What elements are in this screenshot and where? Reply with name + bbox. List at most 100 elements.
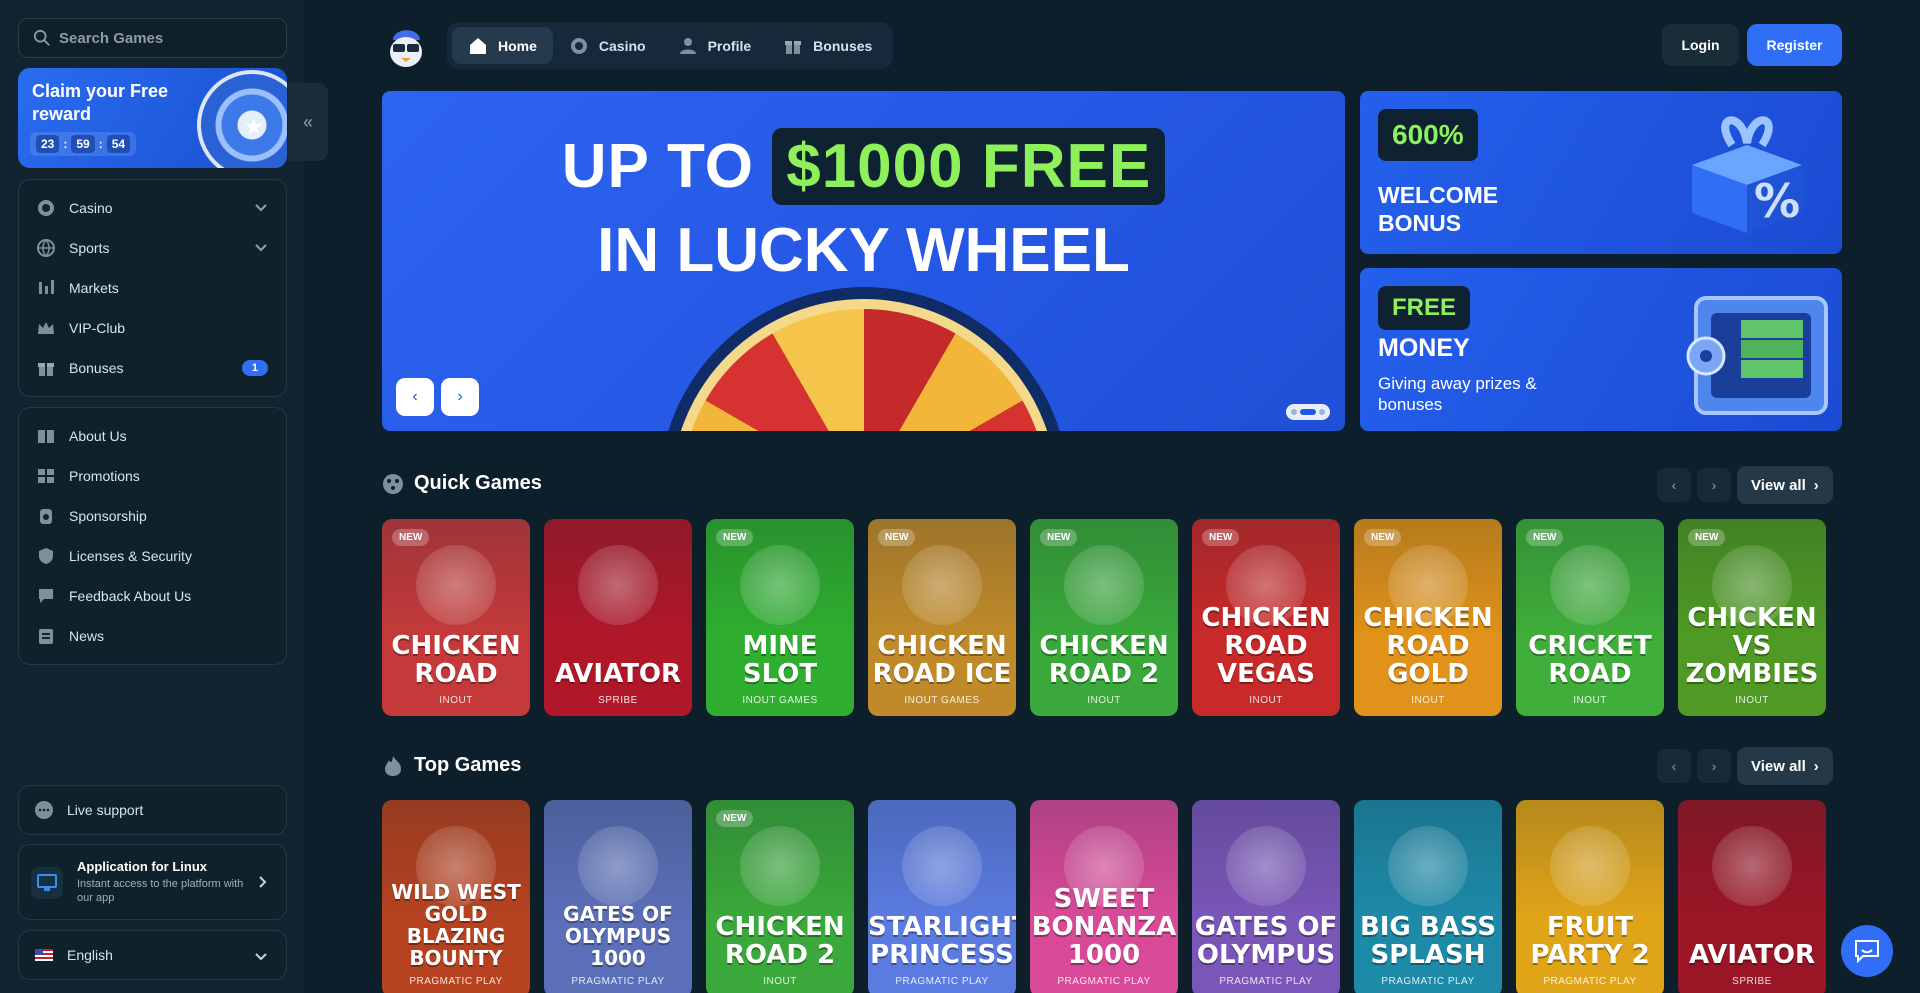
game-title: GATES OF OLYMPUS 1000 <box>563 902 673 970</box>
nav-casino[interactable]: Casino <box>553 27 662 64</box>
sidebar-item-bonuses[interactable]: Bonuses 1 <box>19 348 286 388</box>
sidebar-item-news[interactable]: News <box>19 616 286 656</box>
game-title: CHICKEN ROAD GOLD <box>1363 603 1493 689</box>
bonuses-count-badge: 1 <box>241 360 268 376</box>
quick-games-next-button[interactable]: › <box>1697 468 1731 502</box>
sidebar-item-sports[interactable]: Sports <box>19 228 286 268</box>
new-badge: NEW <box>1364 529 1402 546</box>
game-card[interactable]: AVIATOR SPRIBE <box>544 519 692 716</box>
carousel-dot[interactable] <box>1291 409 1297 415</box>
game-card[interactable]: NEW CHICKEN ROAD ICE INOUT GAMES <box>868 519 1016 716</box>
casino-chip-icon <box>35 197 57 219</box>
site-logo[interactable] <box>385 22 427 68</box>
sidebar-item-label: News <box>69 628 105 644</box>
nav-home[interactable]: Home <box>452 27 553 64</box>
top-games-view-all[interactable]: View all › <box>1737 747 1833 785</box>
hero-prev-button[interactable]: ‹ <box>396 378 434 416</box>
game-card[interactable]: WILD WEST GOLD BLAZING BOUNTY PRAGMATIC P… <box>382 800 530 993</box>
sidebar-item-markets[interactable]: Markets <box>19 268 286 308</box>
nav-profile[interactable]: Profile <box>662 27 768 64</box>
sidebar-item-licenses[interactable]: Licenses & Security <box>19 536 286 576</box>
quick-games-view-all[interactable]: View all › <box>1737 466 1833 504</box>
home-icon <box>470 37 486 54</box>
game-card[interactable]: GATES OF OLYMPUS PRAGMATIC PLAY <box>1192 800 1340 993</box>
chevron-down-icon[interactable] <box>254 240 268 254</box>
game-title: FRUIT PARTY 2 <box>1530 912 1650 970</box>
timer-hours: 23 <box>36 135 60 153</box>
sidebar-item-promotions[interactable]: Promotions <box>19 456 286 496</box>
game-card[interactable]: NEW MINE SLOT INOUT GAMES <box>706 519 854 716</box>
carousel-dot[interactable] <box>1319 409 1325 415</box>
shield-icon <box>35 545 57 567</box>
game-title: BIG BASS SPLASH <box>1359 912 1497 970</box>
nav-bonuses[interactable]: Bonuses <box>767 27 888 64</box>
register-button[interactable]: Register <box>1747 24 1842 66</box>
quick-games-title: Quick Games <box>414 472 542 494</box>
game-provider: INOUT <box>1573 695 1607 706</box>
game-card[interactable]: NEW CHICKEN ROAD VEGAS INOUT <box>1192 519 1340 716</box>
sponsorship-icon <box>35 505 57 527</box>
new-badge: NEW <box>1526 529 1564 546</box>
game-title: CHICKEN ROAD 2 <box>1039 631 1169 689</box>
money-safe-icon <box>1686 296 1828 415</box>
free-money-banner[interactable]: FREE MONEY Giving away prizes & bonuses <box>1360 268 1842 431</box>
game-card[interactable]: AVIATOR SPRIBE <box>1678 800 1826 993</box>
view-all-label: View all <box>1751 476 1806 494</box>
sidebar-item-vip-club[interactable]: VIP-Club <box>19 308 286 348</box>
game-card[interactable]: FRUIT PARTY 2 PRAGMATIC PLAY <box>1516 800 1664 993</box>
sidebar-item-sponsorship[interactable]: Sponsorship <box>19 496 286 536</box>
game-card[interactable]: NEW CHICKEN VS ZOMBIES INOUT <box>1678 519 1826 716</box>
chevron-left-icon: ‹ <box>1671 477 1677 493</box>
carousel-dots <box>1286 404 1330 420</box>
hero-next-button[interactable]: › <box>441 378 479 416</box>
game-card[interactable]: NEW CRICKET ROAD INOUT <box>1516 519 1664 716</box>
hero-highlight: $1000 FREE <box>772 128 1166 205</box>
free-reward-banner[interactable]: Claim your Free reward 23: 59: 54 ★ <box>18 68 287 168</box>
search-box[interactable] <box>18 18 287 58</box>
game-provider: SPRIBE <box>1732 976 1772 987</box>
penguin-logo-icon <box>390 30 422 67</box>
chat-widget-button[interactable] <box>1841 925 1893 977</box>
game-card[interactable]: SWEET BONANZA 1000 PRAGMATIC PLAY <box>1030 800 1178 993</box>
collapse-sidebar-button[interactable]: « <box>288 83 328 161</box>
game-card[interactable]: STARLIGHT PRINCESS PRAGMATIC PLAY <box>868 800 1016 993</box>
view-all-label: View all <box>1751 757 1806 775</box>
game-card[interactable]: NEW CHICKEN ROAD 2 INOUT <box>706 800 854 993</box>
login-button[interactable]: Login <box>1662 24 1739 66</box>
game-card[interactable]: NEW CHICKEN ROAD 2 INOUT <box>1030 519 1178 716</box>
game-provider: PRAGMATIC PLAY <box>895 976 989 987</box>
game-artwork <box>1388 826 1468 906</box>
game-card[interactable]: NEW CHICKEN ROAD GOLD INOUT <box>1354 519 1502 716</box>
lucky-wheel-image <box>659 287 1069 431</box>
hero-banner[interactable]: UP TO $1000 FREE IN LUCKY WHEEL ‹ › <box>382 91 1345 431</box>
chevron-down-icon <box>255 953 267 961</box>
top-games-row: WILD WEST GOLD BLAZING BOUNTY PRAGMATIC P… <box>382 800 1842 993</box>
game-title: AVIATOR <box>1688 940 1816 970</box>
live-support-button[interactable]: Live support <box>18 785 287 835</box>
language-selector[interactable]: English <box>18 930 287 980</box>
quick-games-controls: ‹ › View all › <box>1657 466 1833 504</box>
game-card[interactable]: BIG BASS SPLASH PRAGMATIC PLAY <box>1354 800 1502 993</box>
top-games-prev-button[interactable]: ‹ <box>1657 749 1691 783</box>
game-card[interactable]: NEW CHICKEN ROAD INOUT <box>382 519 530 716</box>
sidebar: Claim your Free reward 23: 59: 54 ★ Casi… <box>0 0 304 993</box>
chevron-down-icon[interactable] <box>254 200 268 214</box>
game-provider: PRAGMATIC PLAY <box>1543 976 1637 987</box>
sidebar-item-about-us[interactable]: About Us <box>19 416 286 456</box>
quick-games-prev-button[interactable]: ‹ <box>1657 468 1691 502</box>
quick-games-row: NEW CHICKEN ROAD INOUT AVIATOR SPRIBE NEW MINE… <box>382 519 1842 716</box>
welcome-bonus-banner[interactable]: 600% WELCOME BONUS % <box>1360 91 1842 254</box>
app-subtitle: Instant access to the platform with our … <box>77 878 244 904</box>
chevron-left-icon: ‹ <box>412 388 418 405</box>
top-games-next-button[interactable]: › <box>1697 749 1731 783</box>
sidebar-item-feedback[interactable]: Feedback About Us <box>19 576 286 616</box>
chevron-right-icon: › <box>1813 476 1819 494</box>
game-card[interactable]: GATES OF OLYMPUS 1000 PRAGMATIC PLAY <box>544 800 692 993</box>
search-input[interactable] <box>59 29 279 47</box>
sidebar-item-casino[interactable]: Casino <box>19 188 286 228</box>
linux-app-promo[interactable]: Application for Linux Instant access to … <box>18 844 287 920</box>
carousel-dot-active[interactable] <box>1300 409 1316 415</box>
chat-icon <box>1855 940 1879 963</box>
gift-box-icon: % <box>1692 116 1802 233</box>
gift-icon <box>785 40 802 54</box>
